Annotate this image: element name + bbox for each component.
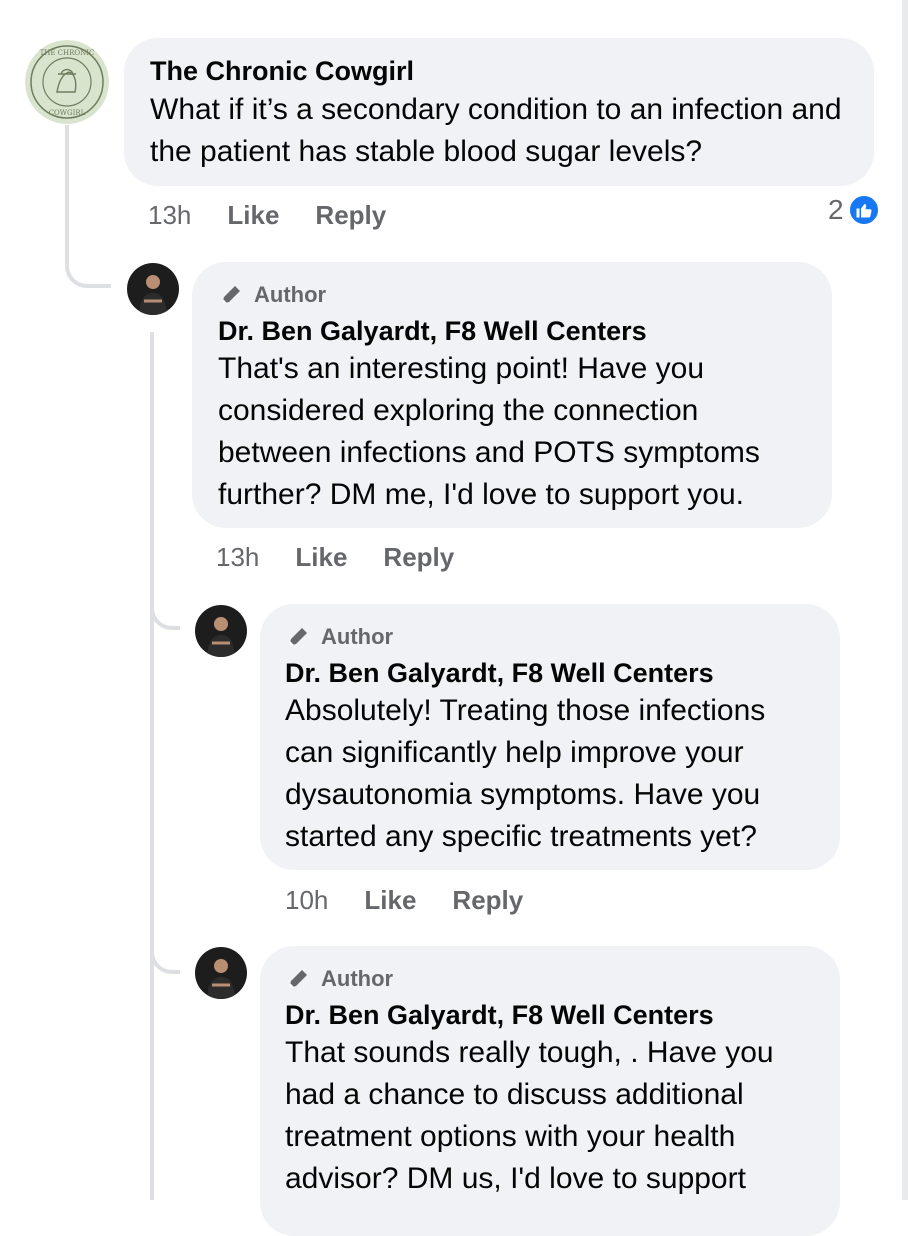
reply-actions: 10h Like Reply bbox=[285, 885, 523, 915]
author-badge-label: Author bbox=[254, 282, 327, 307]
author-badge: Author bbox=[285, 621, 820, 653]
reply-text: That sounds really tough, . Have you had… bbox=[285, 1036, 774, 1195]
svg-text:COWGIRL: COWGIRL bbox=[49, 109, 86, 117]
comment-actions: 13h Like Reply bbox=[148, 200, 386, 230]
reply-author-name[interactable]: Dr. Ben Galyardt, F8 Well Centers bbox=[285, 656, 820, 690]
like-button[interactable]: Like bbox=[227, 200, 279, 230]
thread-line-nested bbox=[150, 332, 154, 1200]
reply-timestamp[interactable]: 13h bbox=[216, 542, 259, 572]
avatar-chronic-cowgirl[interactable]: THE CHRONIC COWGIRL bbox=[25, 40, 109, 124]
author-photo-icon bbox=[127, 263, 179, 315]
reply-bubble: Author Dr. Ben Galyardt, F8 Well Centers… bbox=[260, 604, 840, 870]
thread-curve-reply-3 bbox=[150, 934, 180, 974]
author-badge: Author bbox=[285, 963, 820, 995]
window-edge bbox=[902, 0, 908, 1200]
avatar-author[interactable] bbox=[195, 947, 247, 999]
reaction-count: 2 bbox=[828, 194, 844, 225]
svg-text:THE CHRONIC: THE CHRONIC bbox=[40, 49, 95, 57]
reply-button[interactable]: Reply bbox=[383, 542, 454, 572]
author-badge-label: Author bbox=[321, 966, 394, 991]
avatar-author[interactable] bbox=[127, 263, 179, 315]
pencil-icon bbox=[289, 970, 307, 988]
reaction-summary[interactable]: 2 bbox=[828, 194, 880, 226]
comment-timestamp[interactable]: 13h bbox=[148, 200, 191, 230]
reply-author-name[interactable]: Dr. Ben Galyardt, F8 Well Centers bbox=[218, 314, 808, 348]
avatar-author[interactable] bbox=[195, 605, 247, 657]
author-badge-label: Author bbox=[321, 624, 394, 649]
reply-text: Absolutely! Treating those infections ca… bbox=[285, 694, 766, 853]
thread-curve-reply-2 bbox=[150, 590, 180, 630]
reply-timestamp[interactable]: 10h bbox=[285, 885, 328, 915]
reply-button[interactable]: Reply bbox=[315, 200, 386, 230]
pencil-icon bbox=[222, 286, 240, 304]
reply-text: That's an interesting point! Have you co… bbox=[218, 352, 760, 511]
thread-line-main bbox=[65, 125, 69, 260]
cowgirl-logo-icon: THE CHRONIC COWGIRL bbox=[25, 40, 109, 124]
reply-actions: 13h Like Reply bbox=[216, 542, 454, 572]
reply-bubble: Author Dr. Ben Galyardt, F8 Well Centers… bbox=[260, 946, 840, 1236]
like-icon bbox=[847, 194, 880, 226]
thread-curve-reply-1 bbox=[65, 246, 111, 288]
like-button[interactable]: Like bbox=[364, 885, 416, 915]
comment-bubble: The Chronic Cowgirl What if it’s a secon… bbox=[124, 38, 874, 186]
author-badge: Author bbox=[218, 279, 808, 311]
reply-bubble: Author Dr. Ben Galyardt, F8 Well Centers… bbox=[192, 262, 832, 528]
author-photo-icon bbox=[195, 605, 247, 657]
comment-author-name[interactable]: The Chronic Cowgirl bbox=[150, 54, 850, 88]
pencil-icon bbox=[289, 628, 307, 646]
comment-text: What if it’s a secondary condition to an… bbox=[150, 93, 842, 168]
reply-author-name[interactable]: Dr. Ben Galyardt, F8 Well Centers bbox=[285, 998, 820, 1032]
like-button[interactable]: Like bbox=[295, 542, 347, 572]
reply-button[interactable]: Reply bbox=[452, 885, 523, 915]
author-photo-icon bbox=[195, 947, 247, 999]
